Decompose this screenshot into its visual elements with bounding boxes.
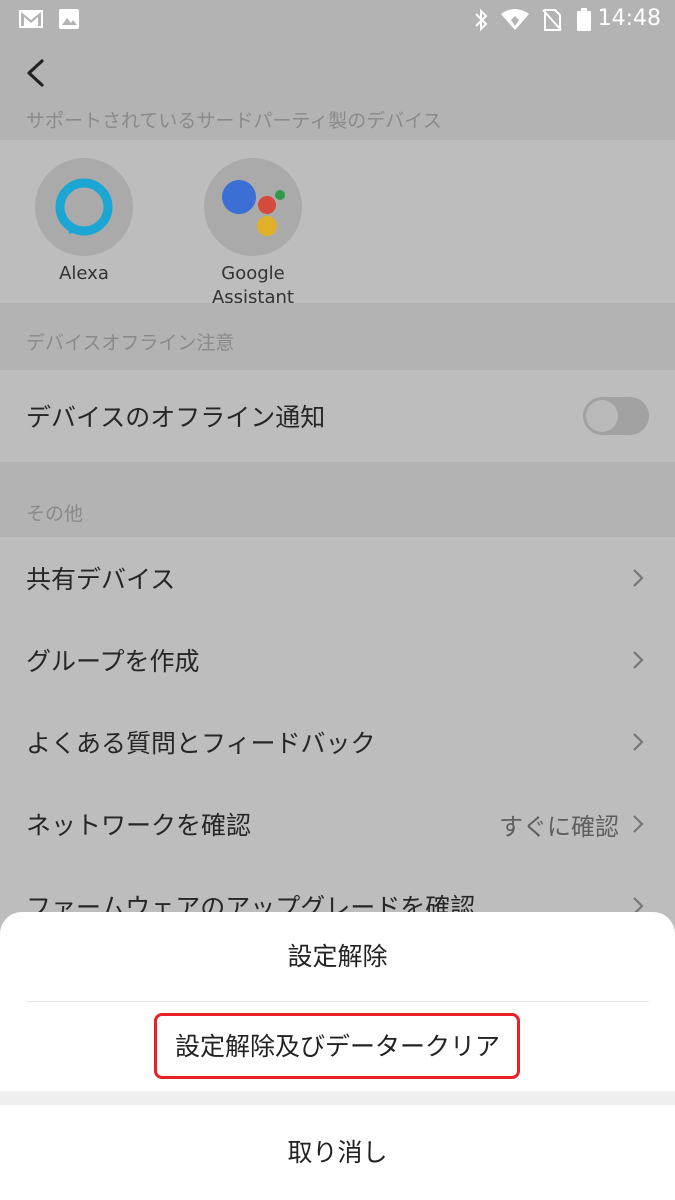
google-assistant-label-line1: Google xyxy=(221,263,285,284)
wifi-icon xyxy=(501,9,529,30)
google-assistant-icon xyxy=(222,180,285,236)
alexa-icon xyxy=(55,178,113,236)
third-party-item-alexa[interactable]: Alexa xyxy=(34,158,134,286)
faq-feedback-label: よくある質問とフィードバック xyxy=(26,729,376,758)
image-icon xyxy=(59,9,79,29)
third-party-item-google-assistant[interactable]: Google Assistant xyxy=(203,158,303,310)
chevron-right-icon xyxy=(633,815,644,833)
row-offline-notification: デバイスのオフライン通知 xyxy=(0,370,675,462)
check-network-label: ネットワークを確認 xyxy=(26,811,252,840)
section-header-offline: デバイスオフライン注意 xyxy=(0,303,675,370)
top-bar xyxy=(0,40,675,106)
google-assistant-icon-circle xyxy=(204,158,302,256)
offline-notification-label: デバイスのオフライン通知 xyxy=(26,403,326,432)
check-network-value: すぐに確認 xyxy=(499,812,619,841)
third-party-panel: Alexa Google Assistant xyxy=(0,140,675,308)
chevron-right-icon xyxy=(633,733,644,751)
gmail-icon xyxy=(19,10,43,28)
offline-notification-toggle[interactable] xyxy=(583,397,649,435)
shared-devices-label: 共有デバイス xyxy=(26,565,176,594)
chevron-right-icon xyxy=(633,651,644,669)
bluetooth-icon xyxy=(475,8,488,32)
row-check-network[interactable]: ネットワークを確認 すぐに確認 xyxy=(0,783,675,865)
chevron-right-icon xyxy=(633,569,644,587)
row-shared-devices[interactable]: 共有デバイス xyxy=(0,537,675,619)
section-header-third-party: サポートされているサードパーティ製のデバイス xyxy=(0,106,675,140)
toggle-knob xyxy=(586,400,618,432)
cancel-button[interactable]: 取り消し xyxy=(0,1105,675,1200)
alexa-icon-circle xyxy=(35,158,133,256)
back-arrow-icon[interactable] xyxy=(22,58,50,88)
highlight-box xyxy=(154,1013,520,1079)
no-sim-icon xyxy=(542,9,562,31)
row-faq-feedback[interactable]: よくある質問とフィードバック xyxy=(0,701,675,783)
sheet-gap xyxy=(0,1091,675,1105)
status-bar: 14:48 xyxy=(0,0,675,40)
row-create-group[interactable]: グループを作成 xyxy=(0,619,675,701)
section-header-other: その他 xyxy=(0,462,675,537)
battery-icon xyxy=(577,8,591,31)
action-sheet: 設定解除 設定解除及びデータークリア 取り消し xyxy=(0,912,675,1200)
status-time: 14:48 xyxy=(597,6,661,31)
alexa-label: Alexa xyxy=(59,263,109,284)
unbind-button[interactable]: 設定解除 xyxy=(0,912,675,1001)
create-group-label: グループを作成 xyxy=(26,647,200,676)
